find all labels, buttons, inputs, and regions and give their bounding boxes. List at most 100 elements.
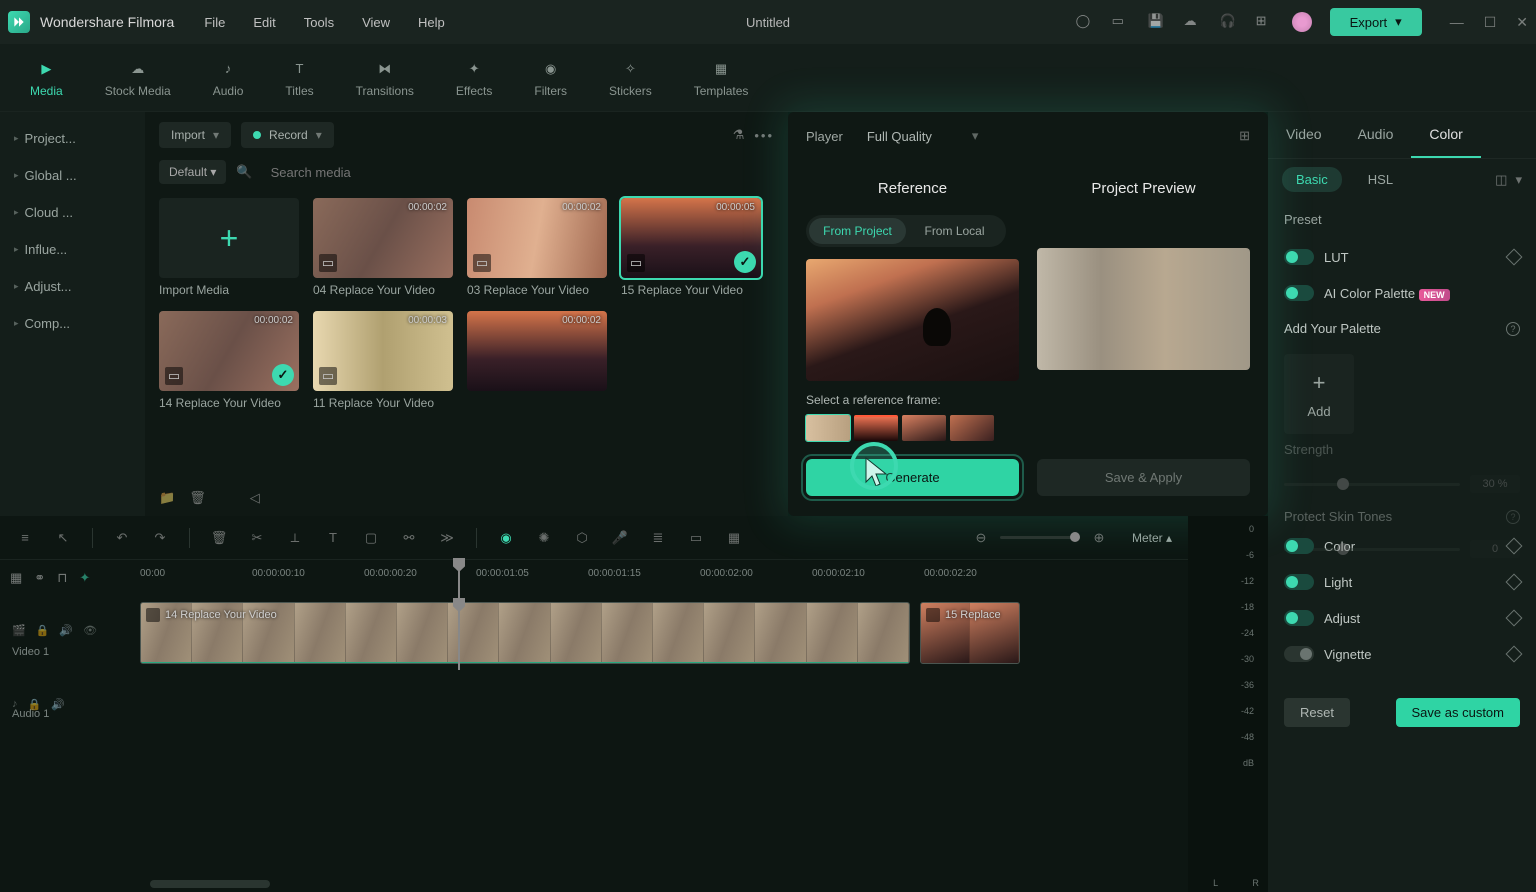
menu-file[interactable]: File — [204, 15, 225, 30]
sort-dropdown[interactable]: Default ▾ — [159, 160, 226, 184]
maximize-button[interactable]: ☐ — [1484, 14, 1497, 31]
meter-dropdown[interactable]: Meter ▴ — [1132, 531, 1172, 545]
mute-icon[interactable]: 🔊 — [59, 624, 73, 637]
link-icon[interactable]: ⚯ — [400, 530, 418, 546]
media-add[interactable]: +Import Media — [159, 198, 299, 297]
reset-button[interactable]: Reset — [1284, 698, 1350, 727]
info-icon[interactable]: ? — [1506, 510, 1520, 524]
tab-media[interactable]: ▶Media — [30, 58, 63, 98]
record-dropdown[interactable]: Record — [241, 122, 334, 148]
split-icon[interactable]: ✂ — [248, 530, 266, 546]
aspect-icon[interactable]: ▦ — [725, 530, 743, 546]
keyframe-icon[interactable] — [1506, 610, 1523, 627]
keyframe-icon[interactable] — [1506, 574, 1523, 591]
menu-help[interactable]: Help — [418, 15, 445, 30]
info-icon[interactable]: ? — [1506, 322, 1520, 336]
menu-tools[interactable]: Tools — [304, 15, 334, 30]
pointer-icon[interactable]: ↖ — [54, 530, 72, 546]
playhead-track[interactable] — [458, 600, 460, 670]
shield-icon[interactable]: ⬡ — [573, 530, 591, 546]
sidebar-adjust[interactable]: Adjust... — [0, 268, 145, 305]
monitor-icon[interactable]: ▭ — [1112, 13, 1130, 31]
keyframe-icon[interactable] — [1506, 249, 1523, 266]
add-palette-button[interactable]: +Add — [1284, 354, 1354, 434]
sub-basic[interactable]: Basic — [1282, 167, 1342, 192]
audio-track[interactable] — [140, 674, 1188, 744]
sidebar-global[interactable]: Global ... — [0, 157, 145, 194]
ref-frame[interactable] — [950, 415, 994, 441]
save-custom-button[interactable]: Save as custom — [1396, 698, 1521, 727]
more-tools-icon[interactable]: ≫ — [438, 530, 456, 546]
ai-icon[interactable]: ◉ — [497, 530, 515, 546]
mic-icon[interactable]: 🎤 — [611, 530, 629, 546]
media-item[interactable]: 00:00:02▭✓14 Replace Your Video — [159, 311, 299, 410]
more-icon[interactable]: ••• — [754, 128, 774, 143]
vignette-toggle[interactable] — [1284, 646, 1314, 662]
rp-tab-color[interactable]: Color — [1411, 112, 1480, 158]
trash-icon[interactable]: 🗑 — [189, 490, 206, 506]
marker-icon[interactable]: ✦ — [79, 570, 90, 586]
zoom-out-icon[interactable]: ⊖ — [972, 530, 990, 546]
media-item[interactable]: 00:00:02▭04 Replace Your Video — [313, 198, 453, 297]
horizontal-scrollbar[interactable] — [150, 880, 270, 888]
playhead[interactable] — [458, 560, 460, 600]
tab-stock-media[interactable]: ☁Stock Media — [105, 58, 171, 98]
media-item[interactable]: 00:00:05▭✓15 Replace Your Video — [621, 198, 761, 297]
minimize-button[interactable]: — — [1450, 14, 1464, 31]
ref-frame[interactable] — [806, 415, 850, 441]
lock-icon[interactable]: 🔒 — [36, 624, 50, 637]
save-icon[interactable]: 💾 — [1148, 13, 1166, 31]
redo-icon[interactable]: ↷ — [151, 530, 169, 546]
rp-tab-audio[interactable]: Audio — [1340, 112, 1412, 158]
timeline-clip[interactable]: 14 Replace Your Video — [140, 602, 910, 664]
sync-icon[interactable]: ◯ — [1076, 13, 1094, 31]
color-toggle[interactable] — [1284, 538, 1314, 554]
tab-from-local[interactable]: From Local — [906, 218, 1003, 244]
adjust-toggle[interactable] — [1284, 610, 1314, 626]
import-dropdown[interactable]: Import — [159, 122, 231, 148]
gear-icon[interactable]: ✺ — [535, 530, 553, 546]
sidebar-influencer[interactable]: Influe... — [0, 231, 145, 268]
generate-button[interactable]: Generate — [806, 459, 1019, 496]
close-button[interactable]: ✕ — [1516, 14, 1528, 31]
headphone-icon[interactable]: 🎧 — [1220, 13, 1238, 31]
timeline-clip[interactable]: 15 Replace — [920, 602, 1020, 664]
tab-effects[interactable]: ✦Effects — [456, 58, 492, 98]
crop-icon[interactable]: ⟂ — [286, 530, 304, 546]
quality-dropdown[interactable]: Full Quality — [857, 124, 989, 148]
track-link-icon[interactable]: ⚭ — [34, 570, 45, 586]
video-track-icon[interactable]: 🎬 — [12, 624, 26, 637]
tab-from-project[interactable]: From Project — [809, 218, 906, 244]
cloud-icon[interactable]: ☁ — [1184, 13, 1202, 31]
filter-icon[interactable]: ⚗ — [733, 127, 745, 143]
chevron-down-icon[interactable]: ▾ — [1515, 172, 1522, 188]
compare-icon[interactable]: ◫ — [1495, 172, 1507, 188]
tab-transitions[interactable]: ⧓Transitions — [356, 58, 414, 98]
tab-audio[interactable]: ♪Audio — [213, 58, 244, 98]
media-item[interactable]: 00:00:02▭03 Replace Your Video — [467, 198, 607, 297]
menu-view[interactable]: View — [362, 15, 390, 30]
list-icon[interactable]: ≣ — [649, 530, 667, 546]
sidebar-project[interactable]: Project... — [0, 120, 145, 157]
light-toggle[interactable] — [1284, 574, 1314, 590]
sidebar-comp[interactable]: Comp... — [0, 305, 145, 342]
delete-icon[interactable]: 🗑 — [210, 530, 228, 546]
tab-filters[interactable]: ◉Filters — [534, 58, 567, 98]
tab-templates[interactable]: ▦Templates — [694, 58, 749, 98]
zoom-in-icon[interactable]: ⊕ — [1090, 530, 1108, 546]
media-item[interactable]: 00:00:02 — [467, 311, 607, 410]
square-icon[interactable]: ▢ — [362, 530, 380, 546]
collapse-icon[interactable]: ◁ — [250, 490, 260, 506]
timeline-ruler[interactable]: ▦ ⚭ ⊓ ✦ 00:0000:00:00:1000:00:00:2000:00… — [0, 560, 1188, 600]
export-button[interactable]: Export▾ — [1330, 8, 1422, 36]
layout-grid-icon[interactable]: ⊞ — [1239, 128, 1250, 144]
eye-icon[interactable]: 👁 — [83, 624, 97, 637]
layers-icon[interactable]: ≡ — [16, 530, 34, 545]
search-input[interactable] — [263, 161, 774, 184]
mute-icon[interactable]: 🔊 — [51, 698, 65, 711]
media-item[interactable]: 00:00:03▭11 Replace Your Video — [313, 311, 453, 410]
folder-icon[interactable]: 📁 — [159, 490, 175, 506]
sub-hsl[interactable]: HSL — [1354, 167, 1407, 192]
text-icon[interactable]: T — [324, 530, 342, 545]
strength-slider[interactable] — [1284, 483, 1460, 486]
